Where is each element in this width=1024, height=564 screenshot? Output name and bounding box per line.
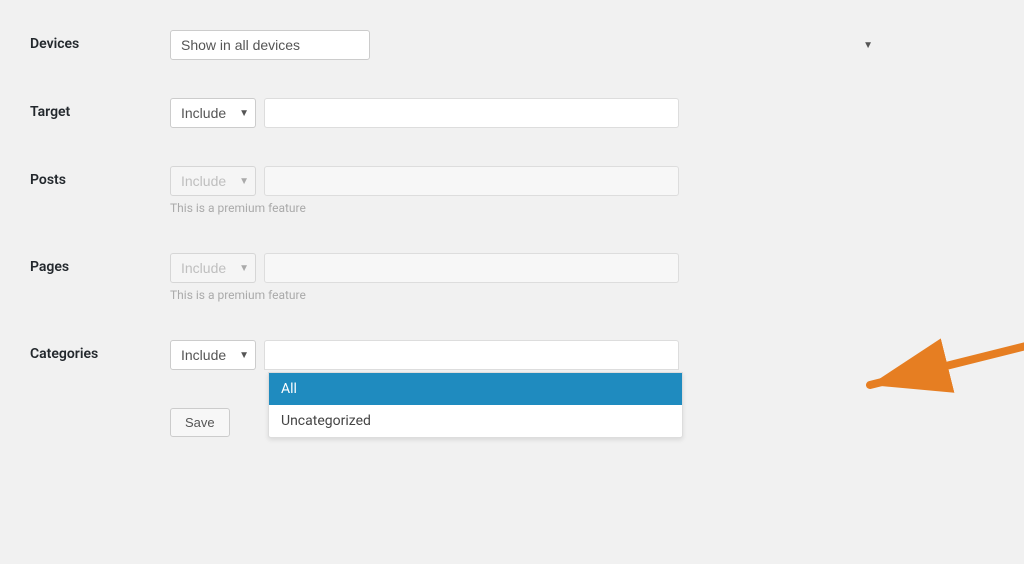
categories-text-input[interactable] <box>264 340 679 370</box>
target-controls: Include Exclude ▼ <box>170 98 880 128</box>
devices-row: Devices Show in all devices ▼ <box>30 20 880 60</box>
devices-select-wrapper: Show in all devices ▼ <box>170 30 880 60</box>
posts-controls: Include Exclude ▼ This is a premium feat… <box>170 166 880 215</box>
devices-select-chevron-icon: ▼ <box>863 40 873 51</box>
target-include-select[interactable]: Include Exclude <box>170 98 256 128</box>
pages-text-input[interactable] <box>264 253 679 283</box>
categories-dropdown-item-uncategorized[interactable]: Uncategorized <box>269 405 682 437</box>
pages-include-select[interactable]: Include Exclude <box>170 253 256 283</box>
pages-row: Pages Include Exclude ▼ This is a premiu… <box>30 243 880 302</box>
categories-label: Categories <box>30 340 170 362</box>
posts-controls-row: Include Exclude ▼ <box>170 166 880 196</box>
pages-controls: Include Exclude ▼ This is a premium feat… <box>170 253 880 302</box>
posts-text-input[interactable] <box>264 166 679 196</box>
target-row: Target Include Exclude ▼ <box>30 88 880 128</box>
devices-controls: Show in all devices ▼ <box>170 30 880 60</box>
posts-premium-note: This is a premium feature <box>170 201 880 215</box>
categories-row: Categories Include Exclude ▼ All Uncateg… <box>30 330 880 370</box>
posts-include-select-wrapper: Include Exclude ▼ <box>170 166 256 196</box>
categories-include-select-wrapper: Include Exclude ▼ <box>170 340 256 370</box>
categories-controls-row: Include Exclude ▼ <box>170 340 880 370</box>
categories-dropdown-item-all[interactable]: All <box>269 373 682 405</box>
pages-include-select-wrapper: Include Exclude ▼ <box>170 253 256 283</box>
posts-row: Posts Include Exclude ▼ This is a premiu… <box>30 156 880 215</box>
categories-include-select[interactable]: Include Exclude <box>170 340 256 370</box>
posts-label: Posts <box>30 166 170 188</box>
target-text-input[interactable] <box>264 98 679 128</box>
target-controls-row: Include Exclude ▼ <box>170 98 880 128</box>
target-label: Target <box>30 98 170 120</box>
posts-include-select[interactable]: Include Exclude <box>170 166 256 196</box>
devices-label: Devices <box>30 30 170 52</box>
target-include-select-wrapper: Include Exclude ▼ <box>170 98 256 128</box>
devices-select[interactable]: Show in all devices <box>170 30 370 60</box>
categories-dropdown-list: All Uncategorized <box>268 372 683 438</box>
pages-label: Pages <box>30 253 170 275</box>
pages-controls-row: Include Exclude ▼ <box>170 253 880 283</box>
categories-controls: Include Exclude ▼ All Uncategorized <box>170 340 880 370</box>
pages-premium-note: This is a premium feature <box>170 288 880 302</box>
save-button[interactable]: Save <box>170 408 230 437</box>
